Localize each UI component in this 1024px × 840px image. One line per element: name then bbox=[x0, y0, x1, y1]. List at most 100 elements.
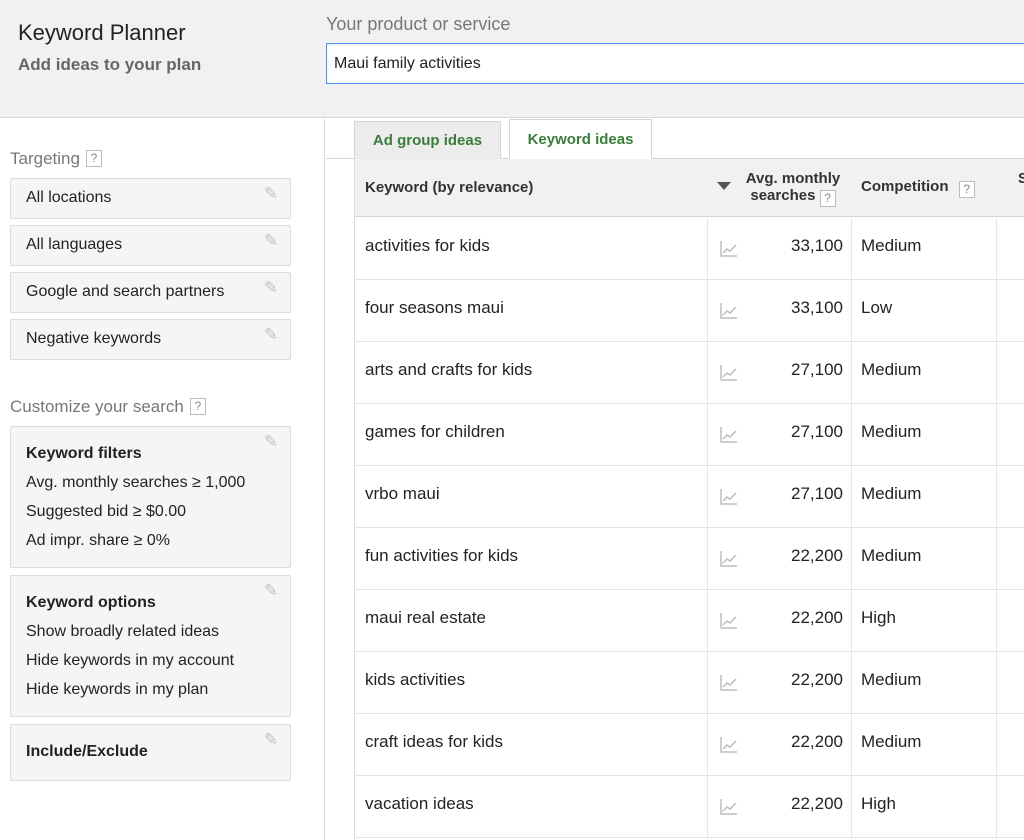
searches-cell: 22,200 bbox=[791, 670, 843, 689]
sort-desc-icon[interactable] bbox=[717, 182, 731, 190]
keyword-cell: arts and crafts for kids bbox=[365, 360, 533, 379]
trend-chart-icon[interactable] bbox=[720, 674, 738, 691]
column-divider bbox=[707, 218, 708, 279]
customize-help-icon[interactable]: ? bbox=[189, 398, 206, 415]
option-broadly-related: Show broadly related ideas bbox=[26, 623, 220, 640]
tab-strip: Ad group ideas Keyword ideas bbox=[326, 119, 1024, 160]
column-divider bbox=[996, 590, 997, 651]
searches-cell: 22,200 bbox=[791, 794, 843, 813]
trend-chart-icon[interactable] bbox=[720, 302, 738, 319]
keyword-cell: activities for kids bbox=[365, 236, 490, 255]
table-header: Keyword (by relevance) Avg. monthly sear… bbox=[355, 159, 1024, 217]
page-subtitle: Add ideas to your plan bbox=[18, 55, 202, 74]
trend-chart-icon[interactable] bbox=[720, 736, 738, 753]
targeting-negative-keywords-label: Negative keywords bbox=[26, 330, 162, 347]
edit-include-exclude-icon[interactable]: ✎ bbox=[262, 731, 280, 749]
option-hide-account: Hide keywords in my account bbox=[26, 652, 235, 669]
trend-chart-icon[interactable] bbox=[720, 488, 738, 505]
competition-cell: High bbox=[861, 608, 896, 627]
edit-options-icon[interactable]: ✎ bbox=[262, 582, 280, 600]
main-content: Ad group ideas Keyword ideas Keyword (by… bbox=[326, 119, 1024, 840]
product-field-label: Your product or service bbox=[326, 14, 511, 34]
targeting-networks[interactable]: Google and search partners ✎ bbox=[10, 272, 291, 313]
tab-keyword-ideas[interactable]: Keyword ideas bbox=[509, 119, 652, 160]
trend-chart-icon[interactable] bbox=[720, 798, 738, 815]
column-divider bbox=[707, 528, 708, 589]
keyword-table: Keyword (by relevance) Avg. monthly sear… bbox=[354, 159, 1024, 840]
targeting-help-icon[interactable]: ? bbox=[85, 150, 102, 167]
table-row[interactable]: fun activities for kids 22,200 Medium bbox=[355, 528, 1024, 590]
col-competition-header[interactable]: Competition ? bbox=[861, 178, 975, 198]
column-divider bbox=[996, 528, 997, 589]
trend-chart-icon[interactable] bbox=[720, 612, 738, 629]
searches-cell: 27,100 bbox=[791, 360, 843, 379]
targeting-section-label: Targeting? bbox=[10, 149, 102, 169]
table-row[interactable]: maui real estate 22,200 High bbox=[355, 590, 1024, 652]
column-divider bbox=[707, 652, 708, 713]
tab-ad-group-ideas[interactable]: Ad group ideas bbox=[354, 121, 501, 159]
competition-help-icon[interactable]: ? bbox=[958, 181, 975, 198]
column-divider bbox=[996, 466, 997, 527]
column-divider bbox=[996, 714, 997, 775]
targeting-locations-label: All locations bbox=[26, 189, 112, 206]
table-row[interactable]: vacation ideas 22,200 High bbox=[355, 776, 1024, 838]
column-divider bbox=[996, 342, 997, 403]
competition-cell: Medium bbox=[861, 422, 922, 441]
keyword-filters-box[interactable]: Keyword filters Avg. monthly searches ≥ … bbox=[10, 426, 291, 568]
targeting-negative-keywords[interactable]: Negative keywords ✎ bbox=[10, 319, 291, 360]
keyword-cell: maui real estate bbox=[365, 608, 486, 627]
trend-chart-icon[interactable] bbox=[720, 364, 738, 381]
targeting-networks-label: Google and search partners bbox=[26, 283, 225, 300]
trend-chart-icon[interactable] bbox=[720, 240, 738, 257]
searches-cell: 22,200 bbox=[791, 732, 843, 751]
column-divider bbox=[851, 714, 852, 775]
keyword-cell: kids activities bbox=[365, 670, 466, 689]
table-row[interactable]: activities for kids 33,100 Medium bbox=[355, 218, 1024, 280]
edit-filters-icon[interactable]: ✎ bbox=[262, 433, 280, 451]
customize-section-label: Customize your search? bbox=[10, 397, 206, 417]
searches-cell: 33,100 bbox=[791, 236, 843, 255]
option-hide-plan: Hide keywords in my plan bbox=[26, 681, 209, 698]
competition-cell: Medium bbox=[861, 546, 922, 565]
table-row[interactable]: games for children 27,100 Medium bbox=[355, 404, 1024, 466]
col-keyword-header[interactable]: Keyword (by relevance) bbox=[365, 179, 533, 196]
competition-cell: Medium bbox=[861, 732, 922, 751]
edit-locations-icon[interactable]: ✎ bbox=[262, 185, 280, 203]
column-divider bbox=[707, 776, 708, 837]
edit-negative-keywords-icon[interactable]: ✎ bbox=[262, 326, 280, 344]
product-input[interactable] bbox=[326, 43, 1024, 84]
page-title: Keyword Planner bbox=[18, 20, 186, 45]
include-exclude-box[interactable]: Include/Exclude ✎ bbox=[10, 724, 291, 781]
col-searches-line2: searches bbox=[750, 187, 816, 204]
competition-cell: Medium bbox=[861, 236, 922, 255]
competition-cell: High bbox=[861, 794, 896, 813]
competition-cell: Medium bbox=[861, 360, 922, 379]
keyword-cell: vrbo maui bbox=[365, 484, 440, 503]
sidebar: Targeting? All locations ✎ All languages… bbox=[0, 119, 325, 840]
searches-cell: 27,100 bbox=[791, 422, 843, 441]
edit-networks-icon[interactable]: ✎ bbox=[262, 279, 280, 297]
targeting-languages[interactable]: All languages ✎ bbox=[10, 225, 291, 266]
table-row[interactable]: arts and crafts for kids 27,100 Medium bbox=[355, 342, 1024, 404]
edit-languages-icon[interactable]: ✎ bbox=[262, 232, 280, 250]
competition-cell: Low bbox=[861, 298, 893, 317]
trend-chart-icon[interactable] bbox=[720, 426, 738, 443]
column-divider bbox=[996, 652, 997, 713]
customize-label: Customize your search bbox=[10, 397, 184, 416]
keyword-options-box[interactable]: Keyword options Show broadly related ide… bbox=[10, 575, 291, 717]
column-divider bbox=[707, 590, 708, 651]
table-row[interactable]: vrbo maui 27,100 Medium bbox=[355, 466, 1024, 528]
column-divider bbox=[851, 466, 852, 527]
table-row[interactable]: kids activities 22,200 Medium bbox=[355, 652, 1024, 714]
table-row[interactable]: craft ideas for kids 22,200 Medium bbox=[355, 714, 1024, 776]
table-row[interactable]: four seasons maui 33,100 Low bbox=[355, 280, 1024, 342]
col-searches-header[interactable]: Avg. monthly searches ? bbox=[740, 170, 846, 207]
column-divider bbox=[851, 218, 852, 279]
trend-chart-icon[interactable] bbox=[720, 550, 738, 567]
searches-help-icon[interactable]: ? bbox=[819, 190, 836, 207]
col-competition-label: Competition bbox=[861, 178, 949, 195]
page-header: Keyword Planner Add ideas to your plan Y… bbox=[0, 0, 1024, 118]
column-divider bbox=[996, 776, 997, 837]
column-divider bbox=[996, 280, 997, 341]
targeting-locations[interactable]: All locations ✎ bbox=[10, 178, 291, 219]
